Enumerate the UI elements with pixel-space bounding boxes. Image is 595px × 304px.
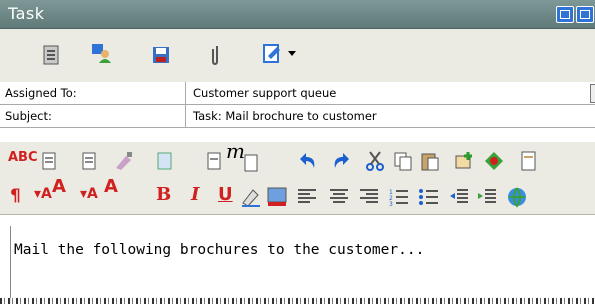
chevron-down-icon[interactable] [288,51,296,57]
cut-icon[interactable] [364,150,386,172]
body-editor[interactable] [10,226,595,304]
paragraph-style-icon[interactable] [78,150,100,172]
font-size-decrease-icon[interactable]: ▾A [80,186,98,202]
assign-user-icon[interactable] [91,42,113,64]
underline-button[interactable]: U [218,184,233,205]
svg-text:3: 3 [389,201,393,208]
decrease-indent-icon[interactable] [448,186,470,208]
subject-field[interactable]: Task: Mail brochure to customer [193,109,377,123]
subject-row: Subject: Task: Mail brochure to customer [0,105,595,128]
align-left-icon[interactable] [296,186,318,208]
highlight-icon[interactable] [240,186,262,208]
maximize-icon[interactable] [576,6,594,23]
format-painter-icon[interactable] [113,150,135,172]
paste-special-icon[interactable] [153,150,175,172]
align-right-icon[interactable] [358,186,380,208]
task-window: Task Assigned To: Customer support queue… [0,0,595,304]
save-icon[interactable] [150,44,172,66]
template-icon[interactable] [240,152,262,174]
font-size-increase-icon[interactable]: ▾A [34,186,52,202]
attach-icon[interactable] [206,43,228,65]
subject-label: Subject: [5,109,52,123]
paste-icon[interactable] [419,150,441,172]
notes-icon[interactable] [261,42,283,64]
numbered-list-icon[interactable]: 123 [388,186,410,208]
undo-icon[interactable] [297,150,319,172]
window-title: Task [8,4,45,23]
insert-field-icon[interactable] [203,150,225,172]
insert-link-icon[interactable] [506,186,528,208]
insert-image-icon[interactable] [454,150,476,172]
font-grow-label[interactable]: A [52,176,66,197]
font-shrink-label[interactable]: A [104,176,118,197]
redo-icon[interactable] [330,150,352,172]
font-color-icon[interactable] [266,186,288,208]
restore-icon[interactable] [556,6,574,23]
align-center-icon[interactable] [328,186,350,208]
insert-object-icon[interactable] [483,150,505,172]
format-toolbar-1: ABC m [0,139,595,178]
assigned-to-label: Assigned To: [5,86,77,100]
page-icon[interactable] [518,150,540,172]
style-icon[interactable] [38,150,60,172]
paragraph-mark-icon[interactable]: ¶ [10,186,21,206]
assigned-to-row: Assigned To: Customer support queue [0,82,595,105]
task-toolbar [0,29,595,83]
lookup-button[interactable] [590,84,595,103]
italic-button[interactable]: I [191,184,199,205]
save-document-icon[interactable] [40,44,62,66]
title-bar: Task [0,0,595,29]
format-toolbar-2: ¶ ▾A A ▾A A B I U 123 [0,176,595,215]
bullet-list-icon[interactable] [418,186,440,208]
increase-indent-icon[interactable] [476,186,498,208]
scan-artifact [0,298,595,304]
assigned-to-field[interactable]: Customer support queue [193,86,336,100]
body-text: Mail the following brochures to the cust… [14,242,425,258]
bold-button[interactable]: B [156,184,171,205]
copy-icon[interactable] [392,150,414,172]
spell-check-icon[interactable]: ABC [8,150,38,165]
